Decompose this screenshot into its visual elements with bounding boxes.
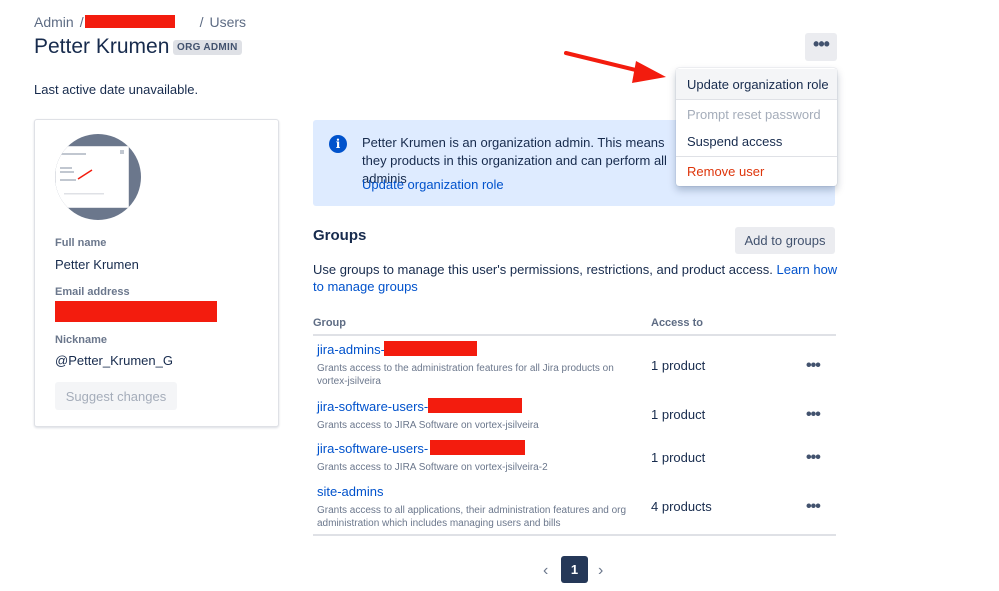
email-value-redacted [55, 301, 217, 322]
add-to-groups-button[interactable]: Add to groups [735, 227, 835, 254]
group-link[interactable]: jira-software-users- [317, 441, 428, 456]
group-link[interactable]: site-admins [317, 484, 383, 499]
more-horizontal-icon: ••• [806, 498, 821, 515]
page-title: Petter Krumen [34, 35, 170, 58]
groups-heading: Groups [313, 227, 367, 244]
group-description: Grants access to JIRA Software on vortex… [317, 462, 548, 473]
page-number-current[interactable]: 1 [561, 556, 588, 583]
group-access: 1 product [651, 450, 706, 465]
nickname-value: @Petter_Krumen_G [55, 353, 173, 368]
annotation-arrow-icon [564, 51, 666, 83]
redaction-box [430, 440, 525, 455]
full-name-value: Petter Krumen [55, 257, 139, 272]
breadcrumb-users[interactable]: Users [209, 14, 246, 30]
table-header-divider [313, 334, 836, 336]
menu-item-prompt-reset-password: Prompt reset password [687, 106, 821, 122]
chevron-left-icon[interactable]: ‹ [543, 562, 548, 580]
row-more-button[interactable]: ••• [806, 357, 828, 374]
org-admin-badge: ORG ADMIN [173, 40, 242, 55]
table-bottom-border [313, 534, 836, 536]
groups-description: Use groups to manage this user's permiss… [313, 261, 838, 295]
breadcrumb-separator: / [79, 14, 84, 30]
avatar [55, 134, 141, 220]
group-access: 1 product [651, 358, 706, 373]
more-horizontal-icon: ••• [806, 449, 821, 466]
info-icon: i [329, 135, 347, 153]
menu-item-update-role[interactable]: Update organization role [676, 69, 837, 99]
group-access: 4 products [651, 499, 712, 514]
more-horizontal-icon: ••• [806, 357, 821, 374]
column-header-access: Access to [651, 317, 703, 329]
redaction-box [85, 15, 175, 28]
more-horizontal-icon: ••• [806, 406, 821, 423]
column-header-group: Group [313, 317, 346, 329]
more-actions-button[interactable]: ••• [805, 33, 837, 61]
row-more-button[interactable]: ••• [806, 498, 828, 515]
redaction-box [384, 341, 477, 356]
last-active-text: Last active date unavailable. [34, 82, 199, 97]
nickname-label: Nickname [55, 334, 107, 346]
update-role-link[interactable]: Update organization role [362, 177, 504, 192]
row-more-button[interactable]: ••• [806, 449, 828, 466]
profile-card: Full name Petter Krumen Email address Ni… [34, 119, 279, 427]
chevron-right-icon[interactable]: › [598, 562, 603, 580]
group-link[interactable]: jira-software-users- [317, 399, 428, 414]
group-description: Grants access to JIRA Software on vortex… [317, 420, 539, 431]
menu-item-remove-user[interactable]: Remove user [676, 156, 837, 186]
redaction-box [428, 398, 522, 413]
group-description: Grants access to the administration feat… [317, 363, 614, 387]
full-name-label: Full name [55, 237, 107, 249]
row-more-button[interactable]: ••• [806, 406, 828, 423]
group-description: Grants access to all applications, their… [317, 505, 627, 529]
breadcrumb-admin[interactable]: Admin [34, 14, 74, 30]
menu-item-suspend-access[interactable]: Suspend access [676, 126, 837, 156]
suggest-changes-button[interactable]: Suggest changes [55, 382, 177, 410]
more-actions-menu: Update organization role Prompt reset pa… [676, 68, 837, 186]
email-label: Email address [55, 286, 130, 298]
more-horizontal-icon: ••• [813, 34, 830, 54]
avatar-image [55, 146, 129, 208]
avatar-picture-icon [60, 150, 124, 195]
groups-description-text: Use groups to manage this user's permiss… [313, 262, 773, 277]
group-access: 1 product [651, 407, 706, 422]
group-link[interactable]: jira-admins- [317, 342, 385, 357]
breadcrumb-separator: / [199, 14, 204, 30]
